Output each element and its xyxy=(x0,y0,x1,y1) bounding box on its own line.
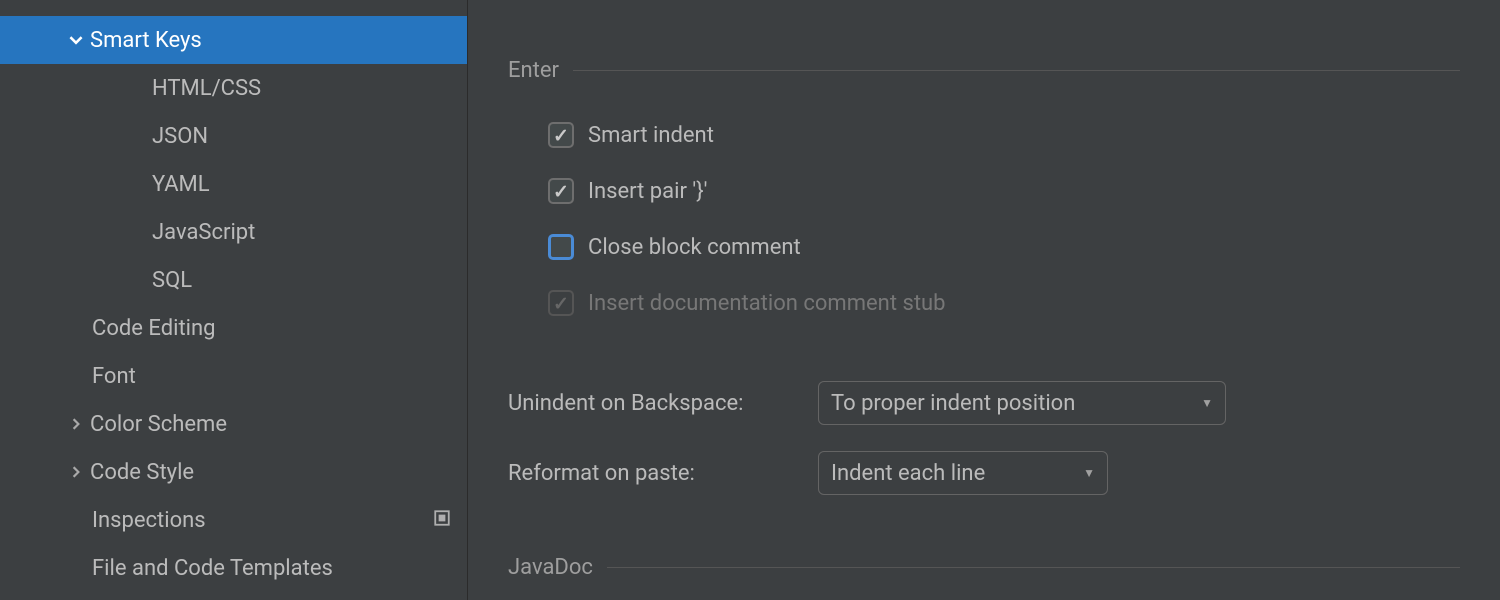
sidebar-item-label: Code Style xyxy=(90,460,467,485)
sidebar-item-color-scheme[interactable]: Color Scheme xyxy=(0,400,467,448)
sidebar-item-file-templates[interactable]: File and Code Templates xyxy=(0,544,467,592)
section-header-enter: Enter xyxy=(508,58,1460,83)
field-reformat-paste: Reformat on paste: Indent each line ▼ xyxy=(508,451,1460,495)
chevron-right-icon xyxy=(62,418,90,430)
sidebar-item-code-style[interactable]: Code Style xyxy=(0,448,467,496)
option-close-block-comment[interactable]: Close block comment xyxy=(548,219,1460,275)
sidebar-item-label: JavaScript xyxy=(152,220,467,245)
sidebar-item-label: Font xyxy=(92,364,467,389)
sidebar-item-label: SQL xyxy=(152,268,467,293)
sidebar-item-label: Code Editing xyxy=(92,316,467,341)
chevron-down-icon xyxy=(62,33,90,47)
sidebar-item-font[interactable]: Font xyxy=(0,352,467,400)
settings-sidebar: Smart Keys HTML/CSS JSON YAML JavaScript… xyxy=(0,0,468,600)
sidebar-item-label: YAML xyxy=(152,172,467,197)
dropdown-value: To proper indent position xyxy=(831,391,1075,416)
chevron-right-icon xyxy=(62,466,90,478)
chevron-down-icon: ▼ xyxy=(1083,466,1095,480)
field-label: Unindent on Backspace: xyxy=(508,391,798,416)
option-insert-pair-brace[interactable]: Insert pair '}' xyxy=(548,163,1460,219)
sidebar-item-smart-keys[interactable]: Smart Keys xyxy=(0,16,467,64)
scheme-indicator-icon xyxy=(433,508,467,533)
sidebar-item-label: Color Scheme xyxy=(90,412,467,437)
section-header-javadoc: JavaDoc xyxy=(508,555,1460,580)
option-smart-indent[interactable]: Smart indent xyxy=(548,107,1460,163)
option-label: Insert pair '}' xyxy=(588,179,708,204)
checkbox-icon[interactable] xyxy=(548,178,574,204)
sidebar-item-label: JSON xyxy=(152,124,467,149)
option-label: Close block comment xyxy=(588,235,801,260)
field-unindent-backspace: Unindent on Backspace: To proper indent … xyxy=(508,381,1460,425)
checkbox-icon[interactable] xyxy=(548,234,574,260)
reformat-paste-dropdown[interactable]: Indent each line ▼ xyxy=(818,451,1108,495)
checkbox-icon xyxy=(548,290,574,316)
divider xyxy=(573,70,1460,71)
sidebar-item-code-editing[interactable]: Code Editing xyxy=(0,304,467,352)
checkbox-icon[interactable] xyxy=(548,122,574,148)
sidebar-item-label: File and Code Templates xyxy=(92,556,467,581)
chevron-down-icon: ▼ xyxy=(1201,396,1213,410)
option-label: Smart indent xyxy=(588,123,714,148)
sidebar-item-sql[interactable]: SQL xyxy=(0,256,467,304)
sidebar-item-html-css[interactable]: HTML/CSS xyxy=(0,64,467,112)
settings-content: Enter Smart indent Insert pair '}' Close… xyxy=(468,0,1500,600)
option-label: Insert documentation comment stub xyxy=(588,291,946,316)
section-title: Enter xyxy=(508,58,559,83)
sidebar-item-json[interactable]: JSON xyxy=(0,112,467,160)
sidebar-item-label: Inspections xyxy=(92,508,433,533)
divider xyxy=(607,567,1460,568)
field-label: Reformat on paste: xyxy=(508,461,798,486)
sidebar-item-label: Smart Keys xyxy=(90,28,467,53)
sidebar-item-inspections[interactable]: Inspections xyxy=(0,496,467,544)
unindent-backspace-dropdown[interactable]: To proper indent position ▼ xyxy=(818,381,1226,425)
option-insert-doc-stub: Insert documentation comment stub xyxy=(548,275,1460,331)
sidebar-item-javascript[interactable]: JavaScript xyxy=(0,208,467,256)
sidebar-item-label: HTML/CSS xyxy=(152,76,467,101)
sidebar-item-yaml[interactable]: YAML xyxy=(0,160,467,208)
section-title: JavaDoc xyxy=(508,555,593,580)
dropdown-value: Indent each line xyxy=(831,461,985,486)
